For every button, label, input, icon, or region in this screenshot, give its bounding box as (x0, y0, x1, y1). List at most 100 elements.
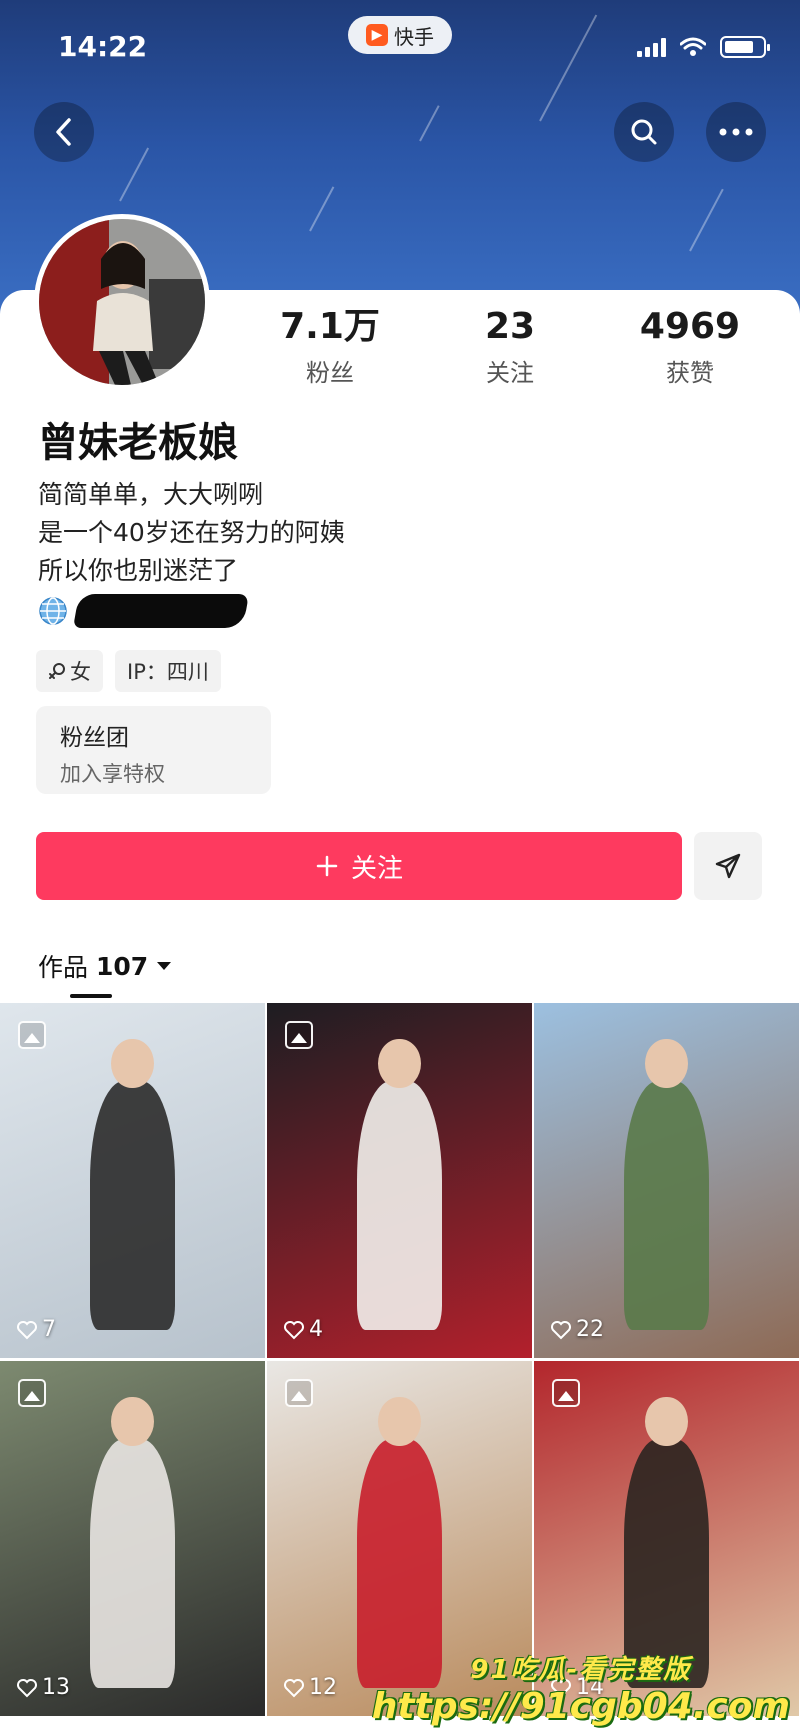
works-label: 作品 (38, 953, 89, 982)
stat-followers[interactable]: 7.1万 粉丝 (240, 305, 420, 388)
redacted-link-scribble (73, 594, 249, 628)
stat-following[interactable]: 23 关注 (420, 305, 600, 388)
thumbnail-head (111, 1038, 154, 1089)
star-streak (119, 147, 150, 202)
thumbnail-head (378, 1396, 421, 1447)
chevron-left-icon (56, 118, 71, 146)
work-likes: 22 (550, 1317, 604, 1342)
photo-album-icon (18, 1021, 46, 1049)
avatar-photo (39, 219, 205, 385)
heart-icon (17, 1678, 37, 1697)
globe-icon (39, 597, 67, 625)
work-likes: 4 (283, 1317, 323, 1342)
works-tab-indicator (70, 994, 112, 998)
site-watermark: 91吃瓜-看完整版 https://91cgb04.com (372, 1649, 790, 1727)
work-likes: 7 (16, 1317, 56, 1342)
search-icon (631, 119, 657, 145)
profile-bio: 简简单单，大大咧咧 是一个40岁还在努力的阿姨 所以你也别迷茫了 (38, 476, 345, 590)
photo-album-icon (552, 1379, 580, 1407)
thumbnail-figure (357, 1081, 442, 1330)
app-name: 快手 (394, 24, 434, 49)
stat-value: 7.1万 (280, 306, 380, 347)
app-indicator[interactable]: ▶ 快手 (348, 16, 452, 54)
profile-tags: 女 IP：四川 (36, 650, 221, 692)
work-thumbnail (0, 1003, 265, 1358)
share-button[interactable] (694, 832, 762, 900)
bio-line: 是一个40岁还在努力的阿姨 (38, 518, 345, 547)
thumbnail-figure (90, 1439, 175, 1688)
plus-icon (316, 855, 338, 877)
gender-tag: 女 (36, 650, 103, 692)
heart-icon (551, 1320, 571, 1339)
work-likes: 13 (16, 1675, 70, 1700)
star-streak (689, 188, 724, 252)
cellular-signal-icon (637, 37, 666, 57)
photo-album-icon (285, 1379, 313, 1407)
star-streak (309, 186, 335, 232)
battery-icon (720, 36, 770, 58)
work-likes: 12 (283, 1675, 337, 1700)
thumbnail-figure (90, 1081, 175, 1330)
likes-count: 12 (309, 1675, 337, 1700)
more-dots-icon (719, 128, 753, 136)
likes-count: 7 (42, 1317, 56, 1342)
back-button[interactable] (34, 102, 94, 162)
star-streak (419, 105, 440, 142)
fan-club-title: 粉丝团 (60, 725, 129, 751)
follow-label: 关注 (350, 853, 403, 884)
work-tile[interactable]: 7 (0, 1003, 265, 1358)
status-icons (637, 36, 770, 58)
work-tile[interactable]: 13 (0, 1361, 265, 1716)
watermark-line: 91吃瓜-看完整版 (470, 1655, 692, 1685)
fan-club-card[interactable]: 粉丝团 加入享特权 (36, 706, 271, 794)
tag-label: 女 (70, 660, 91, 684)
ip-location-tag: IP：四川 (115, 650, 221, 692)
heart-icon (284, 1678, 304, 1697)
avatar[interactable] (34, 214, 210, 390)
photo-album-icon (18, 1379, 46, 1407)
bio-line: 简简单单，大大咧咧 (38, 480, 264, 509)
works-tab[interactable]: 作品 107 (38, 948, 172, 984)
watermark-url: https://91cgb04.com (371, 1686, 790, 1727)
kuaishou-logo-icon: ▶ (366, 24, 388, 46)
stat-label: 获赞 (666, 359, 714, 387)
status-time: 14:22 (58, 30, 148, 63)
profile-stats: 7.1万 粉丝 23 关注 4969 获赞 (240, 305, 780, 388)
search-button[interactable] (614, 102, 674, 162)
work-thumbnail (267, 1003, 532, 1358)
caret-down-icon (157, 962, 172, 970)
status-bar: 14:22 ▶ 快手 (0, 0, 800, 96)
thumbnail-figure (624, 1081, 709, 1330)
stat-label: 关注 (486, 359, 534, 387)
work-tile[interactable]: 22 (534, 1003, 799, 1358)
fan-club-subtitle: 加入享特权 (60, 762, 165, 786)
heart-icon (17, 1320, 37, 1339)
tag-label: IP：四川 (127, 660, 209, 684)
work-thumbnail (534, 1003, 799, 1358)
heart-icon (284, 1320, 304, 1339)
wifi-icon (680, 37, 706, 56)
thumbnail-head (378, 1038, 421, 1089)
bio-line: 所以你也别迷茫了 (38, 556, 239, 585)
profile-nickname: 曾妹老板娘 (38, 420, 238, 466)
stat-value: 4969 (639, 306, 741, 347)
thumbnail-head (645, 1038, 688, 1089)
works-count: 107 (96, 951, 149, 981)
likes-count: 13 (42, 1675, 70, 1700)
works-grid: 7 4 22 13 12 14 (0, 1003, 800, 1716)
photo-album-icon (285, 1021, 313, 1049)
likes-count: 22 (576, 1317, 604, 1342)
stat-label: 粉丝 (306, 359, 354, 387)
follow-button[interactable]: 关注 (36, 832, 682, 900)
more-button[interactable] (706, 102, 766, 162)
female-icon (49, 663, 65, 679)
work-tile[interactable]: 4 (267, 1003, 532, 1358)
paper-plane-icon (715, 853, 741, 879)
stat-likes[interactable]: 4969 获赞 (600, 305, 780, 388)
thumbnail-head (645, 1396, 688, 1447)
thumbnail-head (111, 1396, 154, 1447)
stat-value: 23 (484, 306, 536, 347)
likes-count: 4 (309, 1317, 323, 1342)
work-thumbnail (0, 1361, 265, 1716)
profile-link[interactable] (38, 594, 249, 628)
